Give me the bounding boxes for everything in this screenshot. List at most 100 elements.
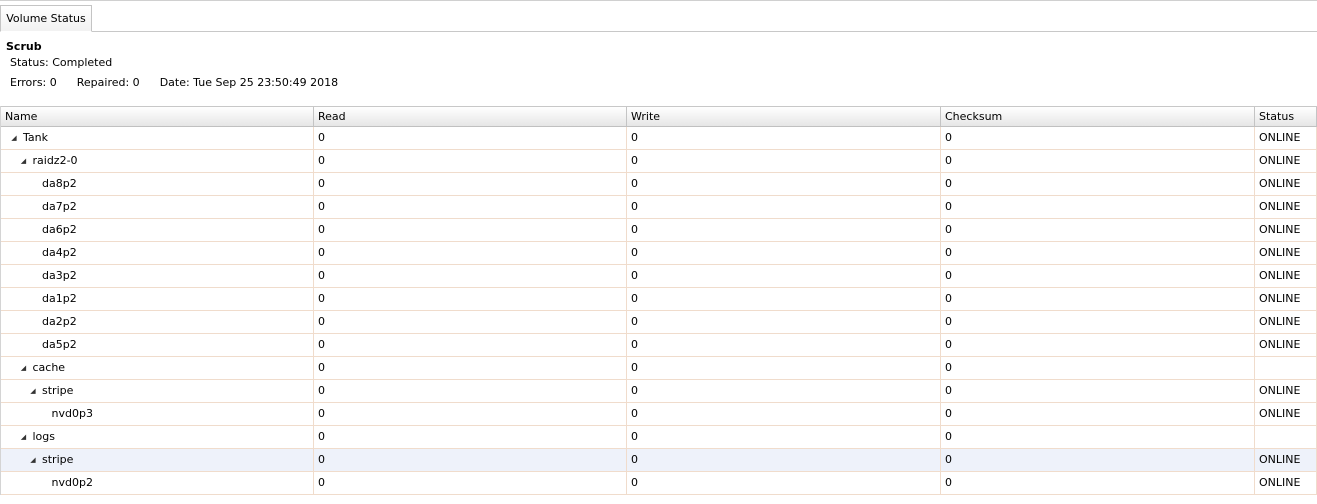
checksum-cell: 0 bbox=[941, 150, 1255, 172]
write-cell: 0 bbox=[627, 472, 941, 494]
read-cell: 0 bbox=[314, 472, 627, 494]
table-row[interactable]: ◢ stripe 0 0 0 ONLINE bbox=[1, 380, 1317, 403]
name-cell: da5p2 bbox=[1, 334, 314, 356]
status-cell: ONLINE bbox=[1255, 403, 1317, 425]
row-name: da3p2 bbox=[42, 269, 77, 282]
expand-toggle-icon[interactable]: ◢ bbox=[9, 127, 19, 149]
expand-toggle-icon[interactable]: ◢ bbox=[28, 380, 38, 402]
status-cell: ONLINE bbox=[1255, 173, 1317, 195]
column-header-checksum[interactable]: Checksum bbox=[941, 107, 1255, 126]
name-cell: nvd0p3 bbox=[1, 403, 314, 425]
column-header-name[interactable]: Name bbox=[1, 107, 314, 126]
scrub-repaired: Repaired: 0 bbox=[76, 76, 140, 89]
write-cell: 0 bbox=[627, 127, 941, 149]
row-name: da2p2 bbox=[42, 315, 77, 328]
write-cell: 0 bbox=[627, 357, 941, 379]
row-name: nvd0p2 bbox=[51, 476, 93, 489]
table-row[interactable]: da1p2 0 0 0 ONLINE bbox=[1, 288, 1317, 311]
expand-toggle-icon[interactable]: ◢ bbox=[19, 150, 29, 172]
expand-toggle-icon[interactable]: ◢ bbox=[19, 357, 29, 379]
row-name: da5p2 bbox=[42, 338, 77, 351]
name-cell: ◢ stripe bbox=[1, 380, 314, 402]
write-cell: 0 bbox=[627, 311, 941, 333]
table-row[interactable]: da2p2 0 0 0 ONLINE bbox=[1, 311, 1317, 334]
name-cell: da4p2 bbox=[1, 242, 314, 264]
name-cell: ◢ stripe bbox=[1, 449, 314, 471]
status-cell bbox=[1255, 357, 1317, 379]
checksum-cell: 0 bbox=[941, 426, 1255, 448]
scrub-title: Scrub bbox=[6, 40, 42, 53]
read-cell: 0 bbox=[314, 127, 627, 149]
row-name: da4p2 bbox=[42, 246, 77, 259]
checksum-cell: 0 bbox=[941, 380, 1255, 402]
scrub-panel: Scrub Status: Completed Errors: 0 Repair… bbox=[0, 32, 1317, 106]
table-row[interactable]: da7p2 0 0 0 ONLINE bbox=[1, 196, 1317, 219]
table-row[interactable]: da8p2 0 0 0 ONLINE bbox=[1, 173, 1317, 196]
write-cell: 0 bbox=[627, 242, 941, 264]
write-cell: 0 bbox=[627, 288, 941, 310]
expand-toggle-icon[interactable]: ◢ bbox=[28, 449, 38, 471]
write-cell: 0 bbox=[627, 380, 941, 402]
name-cell: da2p2 bbox=[1, 311, 314, 333]
table-row[interactable]: da3p2 0 0 0 ONLINE bbox=[1, 265, 1317, 288]
tab-label: Volume Status bbox=[6, 12, 86, 25]
checksum-cell: 0 bbox=[941, 265, 1255, 287]
read-cell: 0 bbox=[314, 426, 627, 448]
write-cell: 0 bbox=[627, 150, 941, 172]
checksum-cell: 0 bbox=[941, 357, 1255, 379]
table-row[interactable]: ◢ logs 0 0 0 bbox=[1, 426, 1317, 449]
read-cell: 0 bbox=[314, 173, 627, 195]
read-cell: 0 bbox=[314, 449, 627, 471]
name-cell: ◢ cache bbox=[1, 357, 314, 379]
write-cell: 0 bbox=[627, 426, 941, 448]
name-cell: da3p2 bbox=[1, 265, 314, 287]
row-name: stripe bbox=[42, 453, 74, 466]
scrub-details: Errors: 0 Repaired: 0 Date: Tue Sep 25 2… bbox=[10, 76, 338, 89]
name-cell: da6p2 bbox=[1, 219, 314, 241]
read-cell: 0 bbox=[314, 380, 627, 402]
name-cell: da8p2 bbox=[1, 173, 314, 195]
write-cell: 0 bbox=[627, 196, 941, 218]
read-cell: 0 bbox=[314, 196, 627, 218]
column-header-status[interactable]: Status bbox=[1255, 107, 1317, 126]
read-cell: 0 bbox=[314, 288, 627, 310]
checksum-cell: 0 bbox=[941, 173, 1255, 195]
name-cell: ◢ raidz2-0 bbox=[1, 150, 314, 172]
column-header-write[interactable]: Write bbox=[627, 107, 941, 126]
checksum-cell: 0 bbox=[941, 196, 1255, 218]
status-cell: ONLINE bbox=[1255, 150, 1317, 172]
grid-header: Name Read Write Checksum Status bbox=[1, 106, 1317, 127]
table-row[interactable]: da5p2 0 0 0 ONLINE bbox=[1, 334, 1317, 357]
table-row[interactable]: nvd0p2 0 0 0 ONLINE bbox=[1, 472, 1317, 495]
table-row[interactable]: ◢ Tank 0 0 0 ONLINE bbox=[1, 127, 1317, 150]
table-row[interactable]: da6p2 0 0 0 ONLINE bbox=[1, 219, 1317, 242]
row-name: Tank bbox=[23, 131, 48, 144]
read-cell: 0 bbox=[314, 150, 627, 172]
table-row[interactable]: da4p2 0 0 0 ONLINE bbox=[1, 242, 1317, 265]
table-row[interactable]: ◢ cache 0 0 0 bbox=[1, 357, 1317, 380]
row-name: da8p2 bbox=[42, 177, 77, 190]
tab-volume-status[interactable]: Volume Status bbox=[0, 5, 92, 32]
status-cell: ONLINE bbox=[1255, 288, 1317, 310]
table-row[interactable]: nvd0p3 0 0 0 ONLINE bbox=[1, 403, 1317, 426]
status-cell bbox=[1255, 426, 1317, 448]
read-cell: 0 bbox=[314, 219, 627, 241]
row-name: da1p2 bbox=[42, 292, 77, 305]
row-name: stripe bbox=[42, 384, 74, 397]
row-name: cache bbox=[32, 361, 66, 374]
table-row[interactable]: ◢ raidz2-0 0 0 0 ONLINE bbox=[1, 150, 1317, 173]
status-cell: ONLINE bbox=[1255, 242, 1317, 264]
checksum-cell: 0 bbox=[941, 311, 1255, 333]
row-name: logs bbox=[32, 430, 56, 443]
column-header-read[interactable]: Read bbox=[314, 107, 627, 126]
expand-toggle-icon[interactable]: ◢ bbox=[19, 426, 29, 448]
checksum-cell: 0 bbox=[941, 288, 1255, 310]
table-row[interactable]: ◢ stripe 0 0 0 ONLINE bbox=[1, 449, 1317, 472]
status-cell: ONLINE bbox=[1255, 380, 1317, 402]
read-cell: 0 bbox=[314, 242, 627, 264]
read-cell: 0 bbox=[314, 357, 627, 379]
volume-tree-grid: Name Read Write Checksum Status ◢ Tank 0 0 0… bbox=[0, 106, 1317, 495]
row-name: raidz2-0 bbox=[32, 154, 78, 167]
read-cell: 0 bbox=[314, 403, 627, 425]
write-cell: 0 bbox=[627, 219, 941, 241]
